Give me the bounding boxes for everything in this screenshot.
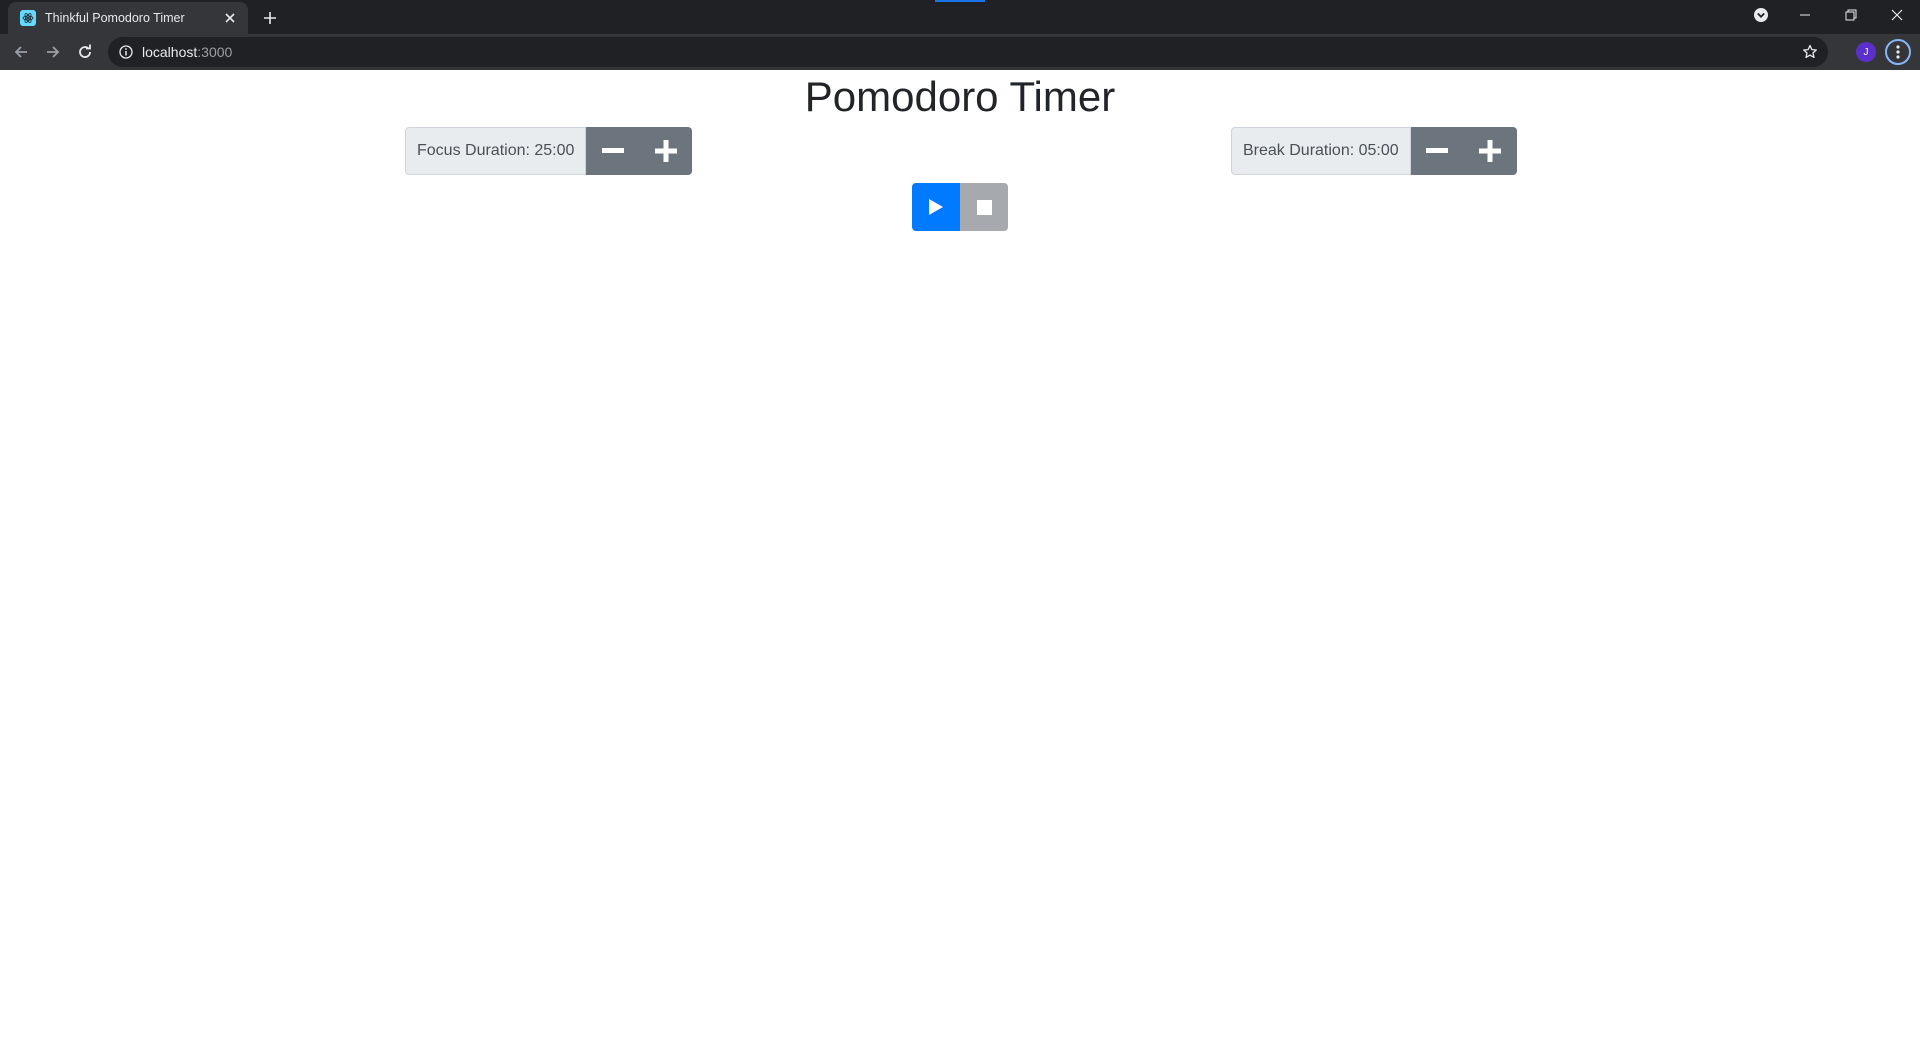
plus-icon	[1479, 140, 1502, 162]
decrease-break-button[interactable]	[1410, 127, 1464, 175]
browser-tabstrip: Thinkful Pomodoro Timer	[0, 0, 1920, 34]
reload-icon	[79, 44, 91, 58]
star-icon[interactable]	[1802, 44, 1818, 60]
minimize-icon	[1800, 14, 1810, 16]
chevron-down-circle-icon	[1754, 8, 1768, 22]
break-duration-label: Break Duration: 05:00	[1231, 127, 1411, 175]
kebab-menu-icon	[1896, 45, 1900, 59]
tab-search-button[interactable]	[1738, 0, 1784, 30]
page-content: Pomodoro Timer Focus Duration: 25:00 Bre…	[0, 70, 1920, 1040]
browser-toolbar: localhost :3000 J	[0, 34, 1920, 70]
play-pause-button[interactable]	[912, 183, 960, 231]
browser-tab-active[interactable]: Thinkful Pomodoro Timer	[8, 2, 248, 34]
reload-button[interactable]	[71, 38, 99, 66]
new-tab-button[interactable]	[258, 6, 282, 30]
play-icon	[929, 199, 943, 215]
focus-duration-label: Focus Duration: 25:00	[405, 127, 587, 175]
arrow-right-icon	[47, 46, 60, 58]
url-port: :3000	[197, 44, 233, 60]
close-icon	[1891, 9, 1903, 21]
minimize-button[interactable]	[1782, 0, 1828, 30]
info-icon[interactable]	[118, 44, 134, 60]
back-button[interactable]	[7, 38, 35, 66]
minus-icon	[601, 148, 624, 153]
stop-button[interactable]	[960, 183, 1008, 231]
focus-duration-group: Focus Duration: 25:00	[405, 127, 693, 175]
close-icon[interactable]	[222, 10, 238, 26]
arrow-left-icon	[14, 46, 27, 58]
stop-icon	[976, 199, 992, 215]
plus-icon	[654, 140, 677, 162]
profile-avatar[interactable]: J	[1856, 42, 1876, 62]
restore-button[interactable]	[1828, 0, 1874, 30]
browser-menu-button[interactable]	[1885, 39, 1911, 65]
address-bar[interactable]: localhost :3000	[108, 37, 1828, 67]
decrease-focus-button[interactable]	[586, 127, 640, 175]
page-title: Pomodoro Timer	[804, 73, 1116, 120]
increase-break-button[interactable]	[1463, 127, 1517, 175]
tab-search-indicator	[935, 0, 985, 2]
react-logo-icon	[20, 10, 36, 26]
minus-icon	[1426, 148, 1449, 153]
plus-icon	[264, 12, 276, 24]
url-host: localhost	[142, 44, 198, 60]
break-duration-group: Break Duration: 05:00	[1231, 127, 1517, 175]
forward-button[interactable]	[39, 38, 67, 66]
timer-controls	[912, 183, 1008, 231]
tab-title: Thinkful Pomodoro Timer	[45, 11, 185, 25]
restore-icon	[1845, 9, 1857, 21]
increase-focus-button[interactable]	[639, 127, 693, 175]
window-close-button[interactable]	[1874, 0, 1920, 30]
